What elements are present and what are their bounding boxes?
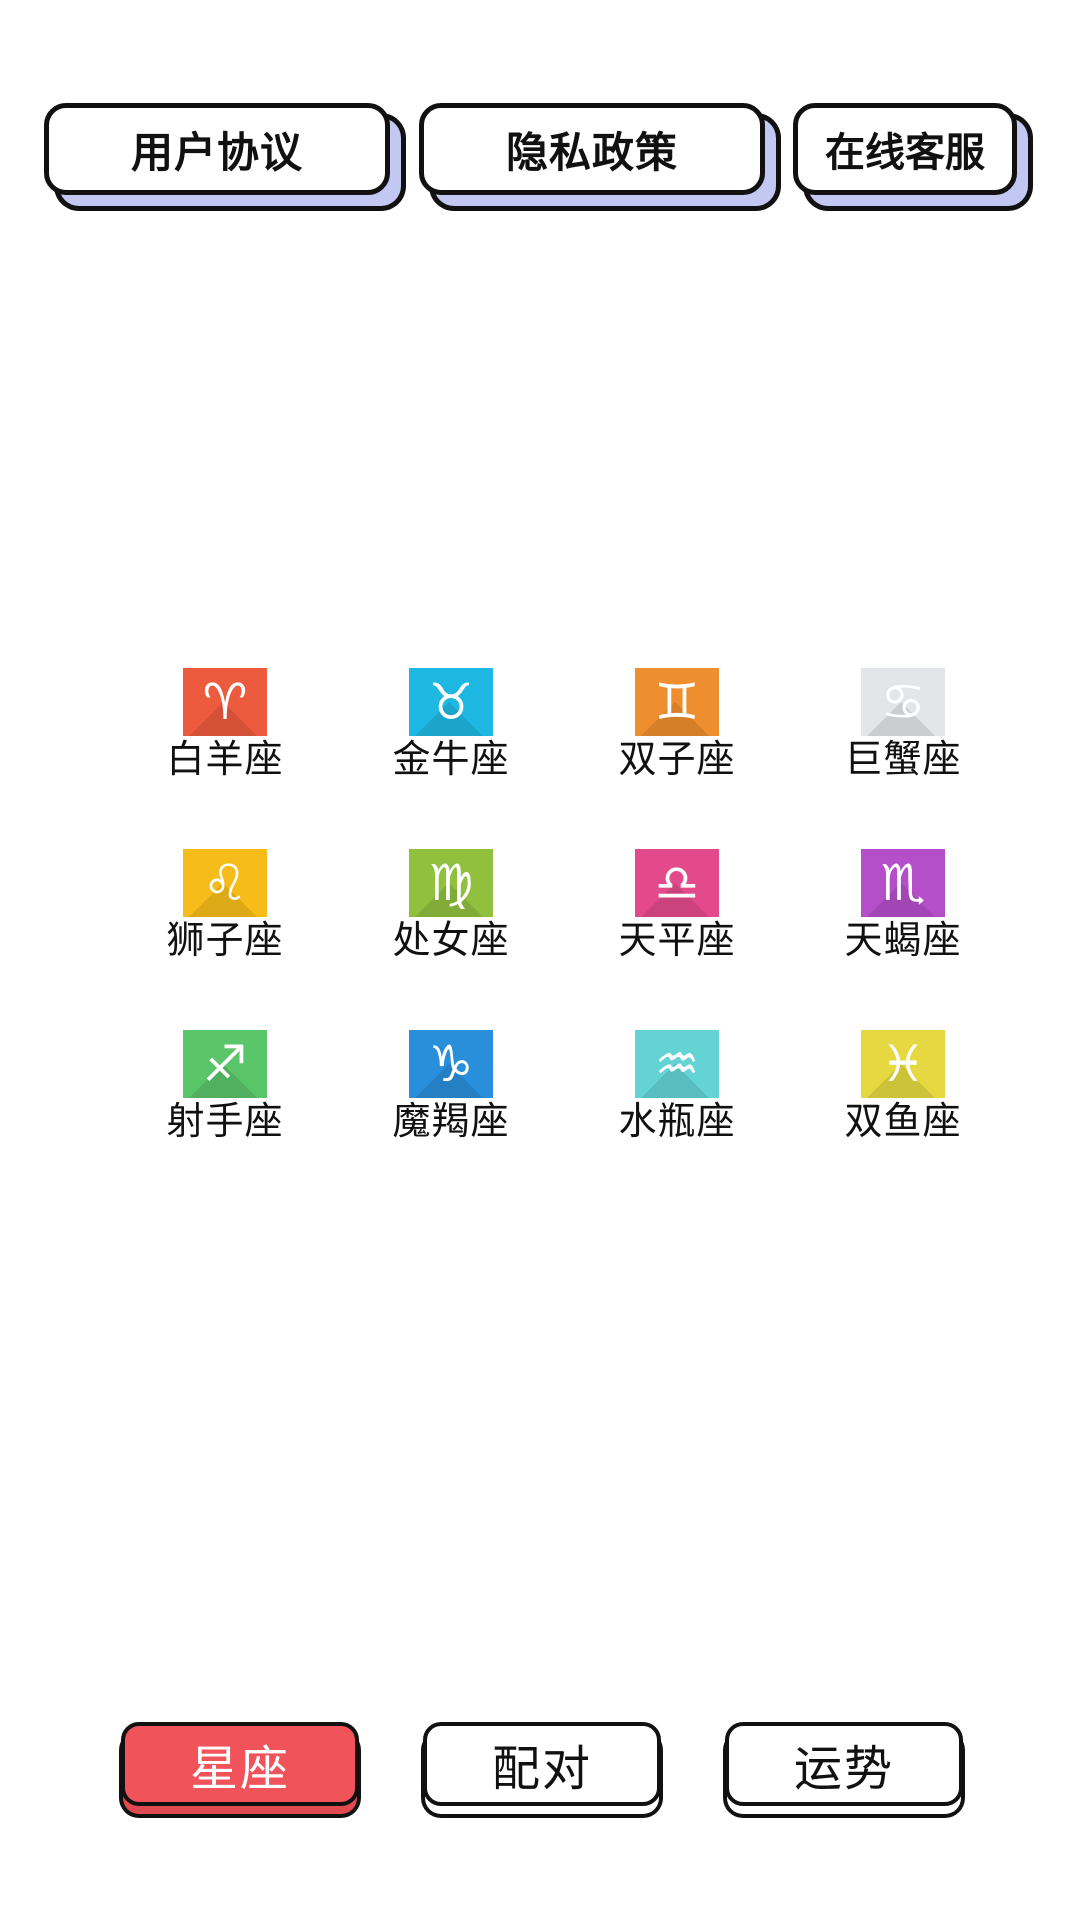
aries-icon: ♈ — [183, 668, 267, 736]
zodiac-label: 白羊座 — [166, 737, 284, 781]
zodiac-label: 天蝎座 — [844, 918, 962, 962]
zodiac-label: 巨蟹座 — [844, 737, 962, 781]
user-agreement-label: 用户协议 — [130, 127, 303, 177]
zodiac-item-scorpio[interactable]: ♏ 天蝎座 — [790, 849, 1016, 1030]
tab-label: 配对 — [491, 1741, 592, 1797]
zodiac-item-gemini[interactable]: ♊ 双子座 — [564, 668, 790, 849]
virgo-icon: ♍ — [409, 849, 493, 917]
capricorn-icon: ♑ — [409, 1030, 493, 1098]
libra-icon: ♎ — [635, 849, 719, 917]
zodiac-item-libra[interactable]: ♎ 天平座 — [564, 849, 790, 1030]
leo-icon: ♌ — [183, 849, 267, 917]
zodiac-item-taurus[interactable]: ♉ 金牛座 — [338, 668, 564, 849]
scorpio-icon: ♏ — [861, 849, 945, 917]
user-agreement-button[interactable]: 用户协议 — [44, 103, 390, 195]
zodiac-item-cancer[interactable]: ♋ 巨蟹座 — [790, 668, 1016, 849]
online-service-label: 在线客服 — [825, 130, 985, 176]
tab-fortune[interactable]: 运势 — [725, 1722, 963, 1806]
zodiac-item-aries[interactable]: ♈ 白羊座 — [112, 668, 338, 849]
aquarius-icon: ♒ — [635, 1030, 719, 1098]
zodiac-label: 双鱼座 — [844, 1099, 962, 1143]
zodiac-label: 天平座 — [618, 918, 736, 962]
cancer-icon: ♋ — [861, 668, 945, 736]
zodiac-label: 射手座 — [166, 1099, 284, 1143]
online-service-button[interactable]: 在线客服 — [793, 103, 1017, 195]
zodiac-label: 处女座 — [392, 918, 510, 962]
zodiac-item-leo[interactable]: ♌ 狮子座 — [112, 849, 338, 1030]
zodiac-label: 狮子座 — [166, 918, 284, 962]
zodiac-item-capricorn[interactable]: ♑ 魔羯座 — [338, 1030, 564, 1211]
tab-match[interactable]: 配对 — [423, 1722, 661, 1806]
pisces-icon: ♓ — [861, 1030, 945, 1098]
zodiac-item-virgo[interactable]: ♍ 处女座 — [338, 849, 564, 1030]
zodiac-label: 双子座 — [618, 737, 736, 781]
privacy-policy-button[interactable]: 隐私政策 — [419, 103, 765, 195]
sagittarius-icon: ♐ — [183, 1030, 267, 1098]
gemini-icon: ♊ — [635, 668, 719, 736]
zodiac-label: 金牛座 — [392, 737, 510, 781]
tab-label: 运势 — [793, 1741, 894, 1797]
tab-zodiac[interactable]: 星座 — [121, 1722, 359, 1806]
zodiac-grid: ♈ 白羊座 ♉ 金牛座 ♊ 双子座 ♋ 巨蟹座 ♌ 狮子座 ♍ 处女座 ♎ 天平… — [112, 668, 1016, 1211]
zodiac-item-pisces[interactable]: ♓ 双鱼座 — [790, 1030, 1016, 1211]
zodiac-label: 魔羯座 — [392, 1099, 510, 1143]
taurus-icon: ♉ — [409, 668, 493, 736]
tab-label: 星座 — [189, 1741, 290, 1797]
zodiac-label: 水瓶座 — [618, 1099, 736, 1143]
zodiac-item-aquarius[interactable]: ♒ 水瓶座 — [564, 1030, 790, 1211]
privacy-policy-label: 隐私政策 — [505, 127, 678, 177]
zodiac-item-sagittarius[interactable]: ♐ 射手座 — [112, 1030, 338, 1211]
